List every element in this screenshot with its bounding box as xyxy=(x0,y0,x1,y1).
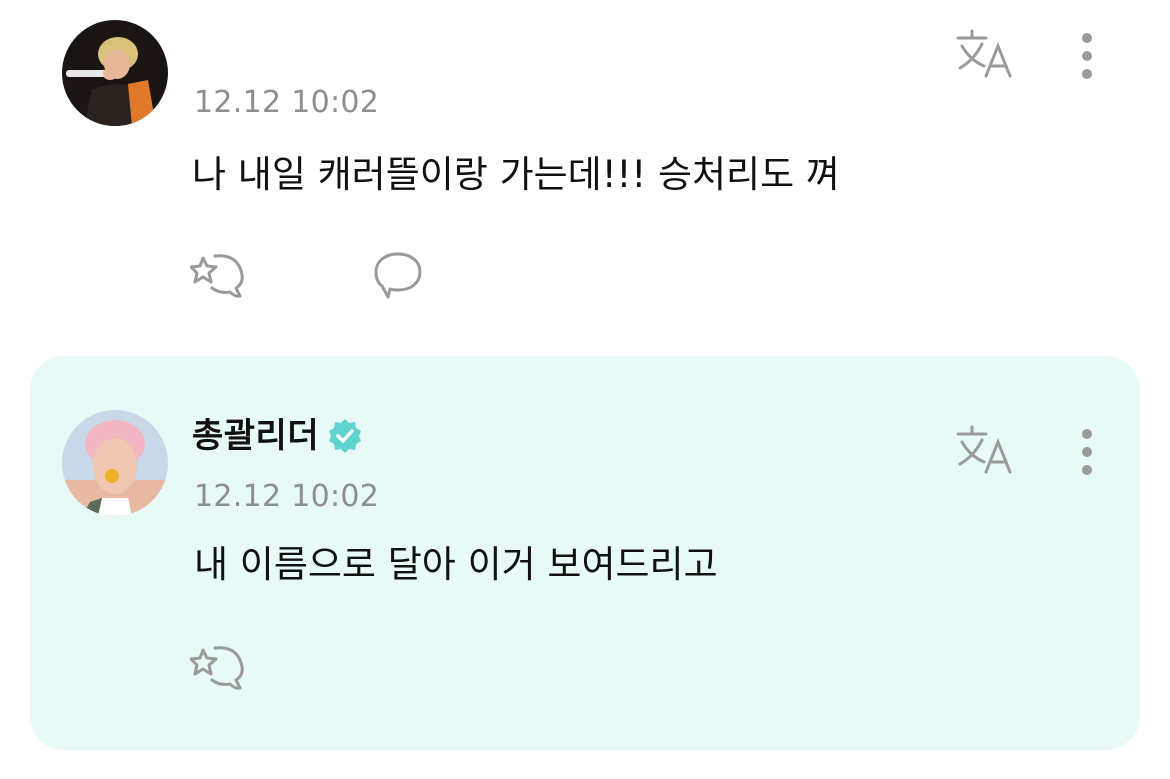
reply-timestamp: 12.12 10:02 xyxy=(194,479,380,514)
comment-icon[interactable] xyxy=(372,250,426,304)
artist-avatar[interactable] xyxy=(62,410,168,516)
verified-badge-icon xyxy=(329,419,362,453)
translate-icon[interactable] xyxy=(954,424,1018,480)
artist-reply: 총괄리더 12.12 10:02 내 이름으로 달아 이거 보여드리고 xyxy=(30,356,1140,750)
translate-icon[interactable] xyxy=(954,28,1018,84)
user-avatar[interactable] xyxy=(62,20,168,126)
more-vertical-icon[interactable] xyxy=(1072,30,1102,86)
artist-name: 총괄리더 xyxy=(192,418,363,454)
more-vertical-icon[interactable] xyxy=(1072,426,1102,482)
like-icon[interactable] xyxy=(189,642,250,696)
comment-text: 나 내일 캐러뜰이랑 가는데!!! 승처리도 껴 xyxy=(192,153,840,196)
like-icon[interactable] xyxy=(189,250,250,304)
comment-timestamp: 12.12 10:02 xyxy=(194,85,380,120)
comment-item: 12.12 10:02 나 내일 캐러뜰이랑 가는데!!! 승처리도 껴 xyxy=(0,0,1170,340)
reply-text: 내 이름으로 달아 이거 보여드리고 xyxy=(194,543,718,586)
author-name: 총괄리더 xyxy=(192,416,320,456)
